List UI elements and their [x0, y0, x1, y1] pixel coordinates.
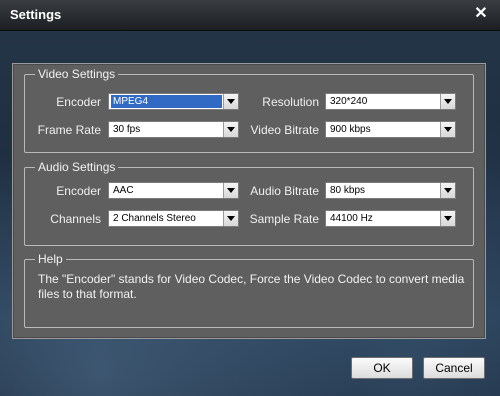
cancel-button[interactable]: Cancel: [423, 357, 485, 379]
audio-encoder-value: AAC: [113, 185, 134, 196]
chevron-down-icon[interactable]: [440, 211, 455, 226]
frame-rate-value: 30 fps: [113, 124, 141, 135]
video-bitrate-label: Video Bitrate: [250, 123, 320, 137]
sample-rate-label: Sample Rate: [249, 212, 319, 226]
audio-settings-legend: Audio Settings: [38, 160, 116, 174]
video-settings-legend: Video Settings: [38, 67, 116, 81]
frame-rate-label: Frame Rate: [37, 123, 101, 137]
audio-bitrate-value: 80 kbps: [330, 185, 366, 196]
audio-encoder-select[interactable]: AAC: [108, 182, 239, 199]
audio-bitrate-select[interactable]: 80 kbps: [325, 182, 456, 199]
window-title: Settings: [10, 7, 62, 22]
video-encoder-select[interactable]: MPEG4: [108, 93, 239, 110]
audio-settings-group: Audio Settings: [24, 160, 474, 246]
close-icon: ✕: [474, 5, 488, 22]
ok-button[interactable]: OK: [351, 357, 413, 379]
resolution-select[interactable]: 320*240: [325, 93, 456, 110]
video-bitrate-select[interactable]: 900 kbps: [325, 121, 456, 138]
video-encoder-value: MPEG4: [111, 95, 222, 108]
close-button[interactable]: ✕: [471, 4, 491, 24]
frame-rate-select[interactable]: 30 fps: [108, 121, 239, 138]
channels-select[interactable]: 2 Channels Stereo: [108, 210, 239, 227]
resolution-label: Resolution: [262, 95, 319, 109]
chevron-down-icon[interactable]: [440, 122, 455, 137]
channels-label: Channels: [50, 212, 101, 226]
settings-window: Settings ✕ Video Settings Encoder MPEG4 …: [0, 0, 500, 396]
video-encoder-label: Encoder: [56, 95, 101, 109]
channels-value: 2 Channels Stereo: [113, 213, 196, 224]
sample-rate-select[interactable]: 44100 Hz: [325, 210, 456, 227]
help-group: Help The "Encoder" stands for Video Code…: [24, 252, 474, 328]
video-bitrate-value: 900 kbps: [330, 124, 371, 135]
settings-panel: Video Settings Encoder MPEG4 Resolution …: [12, 63, 486, 339]
chevron-down-icon[interactable]: [223, 94, 238, 109]
resolution-value: 320*240: [330, 96, 368, 107]
chevron-down-icon[interactable]: [440, 183, 455, 198]
title-bar: Settings ✕: [0, 0, 500, 31]
help-text: The "Encoder" stands for Video Codec, Fo…: [38, 272, 465, 301]
chevron-down-icon[interactable]: [440, 94, 455, 109]
help-legend: Help: [38, 252, 63, 266]
audio-encoder-label: Encoder: [56, 184, 101, 198]
audio-bitrate-label: Audio Bitrate: [250, 184, 319, 198]
video-settings-group: Video Settings: [24, 67, 474, 153]
sample-rate-value: 44100 Hz: [330, 213, 373, 224]
